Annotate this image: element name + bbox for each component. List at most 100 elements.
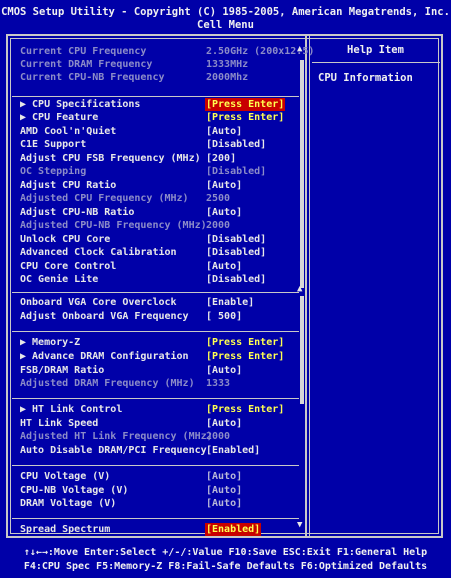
- setting-value[interactable]: [Press Enter]: [206, 350, 284, 363]
- scrollbar-track-segment[interactable]: [300, 296, 304, 404]
- setting-value[interactable]: [Auto]: [206, 206, 242, 219]
- setting-value[interactable]: [Disabled]: [206, 273, 266, 286]
- setting-row[interactable]: CPU Voltage (V) [Auto]: [20, 470, 296, 483]
- scrollbar-thumb[interactable]: [300, 60, 304, 288]
- setting-row: Adjusted DRAM Frequency (MHz) 1333: [20, 377, 296, 390]
- setting-row: Adjusted HT Link Frequency (MHz) 2000: [20, 430, 296, 443]
- setting-label: Adjusted CPU Frequency (MHz): [20, 193, 189, 204]
- setting-label: Adjusted CPU-NB Frequency (MHz): [20, 220, 207, 231]
- setting-row[interactable]: C1E Support [Disabled]: [20, 138, 296, 151]
- setting-value[interactable]: [Enabled]: [205, 523, 262, 536]
- setting-row[interactable]: ▶ CPU Feature [Press Enter]: [20, 111, 296, 124]
- setting-value[interactable]: [Auto]: [206, 484, 242, 497]
- setting-label: Adjust CPU Ratio: [20, 180, 117, 191]
- setting-value[interactable]: [Press Enter]: [206, 111, 284, 124]
- setting-value[interactable]: [Disabled]: [206, 233, 266, 246]
- setting-value[interactable]: [Disabled]: [206, 246, 266, 259]
- setting-value[interactable]: [Auto]: [206, 364, 242, 377]
- help-panel-title: Help Item: [347, 44, 404, 56]
- setting-value: 2500: [206, 193, 231, 204]
- setting-row[interactable]: Spread Spectrum [Enabled]: [20, 523, 296, 536]
- setting-value[interactable]: [ 500]: [206, 310, 242, 323]
- setting-row[interactable]: AMD Cool'n'Quiet [Auto]: [20, 125, 296, 138]
- setting-row: Adjusted CPU Frequency (MHz) 2500: [20, 192, 296, 205]
- panel-divider-inner: [309, 36, 310, 536]
- setting-label: ▶ Advance DRAM Configuration: [20, 351, 189, 362]
- setting-value[interactable]: [Press Enter]: [206, 403, 284, 416]
- footer-help: ↑↓←→:Move Enter:Select +/-/:Value F10:Sa…: [0, 546, 451, 574]
- setting-value[interactable]: [Auto]: [206, 497, 242, 510]
- footer-keys-line1: ↑↓←→:Move Enter:Select +/-/:Value F10:Sa…: [23, 547, 428, 558]
- setting-label: HT Link Speed: [20, 418, 99, 429]
- title-bar: CMOS Setup Utility - Copyright (C) 1985-…: [0, 0, 451, 36]
- section-divider: [12, 331, 299, 332]
- setting-row[interactable]: FSB/DRAM Ratio [Auto]: [20, 364, 296, 377]
- setting-label: CPU-NB Voltage (V): [20, 485, 129, 496]
- setting-row[interactable]: Adjust CPU Ratio [Auto]: [20, 179, 296, 192]
- setting-row: Adjusted CPU-NB Frequency (MHz) 2000: [20, 219, 296, 232]
- setting-label: CPU Core Control: [20, 261, 117, 272]
- setting-row[interactable]: HT Link Speed [Auto]: [20, 417, 296, 430]
- setting-row: Current CPU-NB Frequency 2000Mhz: [20, 71, 296, 84]
- title-menu-name: Cell Menu: [197, 19, 254, 31]
- setting-value: 2000Mhz: [206, 72, 249, 83]
- setting-value[interactable]: [Enabled]: [206, 444, 260, 457]
- setting-label: CPU Voltage (V): [20, 471, 111, 482]
- setting-value[interactable]: [Disabled]: [206, 138, 266, 151]
- setting-value: 2000: [206, 220, 231, 231]
- setting-row[interactable]: Adjust Onboard VGA Frequency [ 500]: [20, 310, 296, 323]
- setting-label: Auto Disable DRAM/PCI Frequency: [20, 445, 207, 456]
- setting-value: 2000: [206, 431, 231, 442]
- setting-row[interactable]: OC Genie Lite [Disabled]: [20, 273, 296, 286]
- setting-label: Current DRAM Frequency: [20, 59, 153, 70]
- setting-value[interactable]: [Auto]: [206, 470, 242, 483]
- setting-label: Adjust Onboard VGA Frequency: [20, 311, 189, 322]
- section-divider: [12, 96, 299, 97]
- footer-keys-line2: F4:CPU Spec F5:Memory-Z F8:Fail-Safe Def…: [23, 561, 428, 572]
- setting-label: Adjust CPU-NB Ratio: [20, 207, 135, 218]
- setting-label: OC Stepping: [20, 166, 87, 177]
- setting-label: FSB/DRAM Ratio: [20, 365, 105, 376]
- setting-row[interactable]: ▶ Memory-Z [Press Enter]: [20, 336, 296, 349]
- setting-row[interactable]: Advanced Clock Calibration [Disabled]: [20, 246, 296, 259]
- section-divider: [12, 518, 299, 519]
- setting-label: Unlock CPU Core: [20, 234, 111, 245]
- setting-row[interactable]: ▶ HT Link Control [Press Enter]: [20, 403, 296, 416]
- setting-value: 1333: [206, 378, 231, 389]
- setting-value[interactable]: [Auto]: [206, 417, 242, 430]
- setting-row[interactable]: Onboard VGA Core Overclock [Enable]: [20, 296, 296, 309]
- section-divider: [12, 292, 299, 293]
- setting-label: Onboard VGA Core Overclock: [20, 297, 177, 308]
- setting-label: ▶ HT Link Control: [20, 404, 123, 415]
- help-separator: [312, 62, 440, 63]
- setting-value[interactable]: [200]: [206, 152, 236, 165]
- setting-row[interactable]: DRAM Voltage (V) [Auto]: [20, 497, 296, 510]
- setting-row[interactable]: ▶ Advance DRAM Configuration [Press Enter…: [20, 350, 296, 363]
- setting-row[interactable]: Adjust CPU FSB Frequency (MHz) [200]: [20, 152, 296, 165]
- setting-label: Adjusted DRAM Frequency (MHz): [20, 378, 195, 389]
- panel-divider: [305, 36, 307, 536]
- setting-label: AMD Cool'n'Quiet: [20, 126, 117, 137]
- setting-row[interactable]: ▶ CPU Specifications [Press Enter]: [20, 98, 296, 111]
- setting-label: ▶ CPU Specifications: [20, 99, 141, 110]
- setting-row[interactable]: Adjust CPU-NB Ratio [Auto]: [20, 206, 296, 219]
- section-divider: [12, 465, 299, 466]
- setting-value[interactable]: [Auto]: [206, 125, 242, 138]
- setting-row: OC Stepping [Disabled]: [20, 165, 296, 178]
- setting-value[interactable]: [Auto]: [206, 179, 242, 192]
- setting-value: 1333MHz: [206, 59, 249, 70]
- setting-value[interactable]: [Auto]: [206, 260, 242, 273]
- help-panel-text: CPU Information: [318, 72, 413, 84]
- setting-row[interactable]: CPU-NB Voltage (V) [Auto]: [20, 484, 296, 497]
- scroll-down-icon[interactable]: ▼: [297, 520, 302, 530]
- setting-value[interactable]: [Press Enter]: [205, 98, 286, 111]
- setting-row[interactable]: Auto Disable DRAM/PCI Frequency [Enabled]: [20, 444, 296, 457]
- title-copyright: CMOS Setup Utility - Copyright (C) 1985-…: [1, 6, 450, 18]
- setting-label: Current CPU-NB Frequency: [20, 72, 165, 83]
- setting-value: [Disabled]: [206, 166, 267, 177]
- setting-value[interactable]: [Enable]: [206, 296, 254, 309]
- setting-row[interactable]: CPU Core Control [Auto]: [20, 260, 296, 273]
- setting-row[interactable]: Unlock CPU Core [Disabled]: [20, 233, 296, 246]
- setting-value[interactable]: [Press Enter]: [206, 336, 284, 349]
- setting-label: ▶ Memory-Z: [20, 337, 81, 348]
